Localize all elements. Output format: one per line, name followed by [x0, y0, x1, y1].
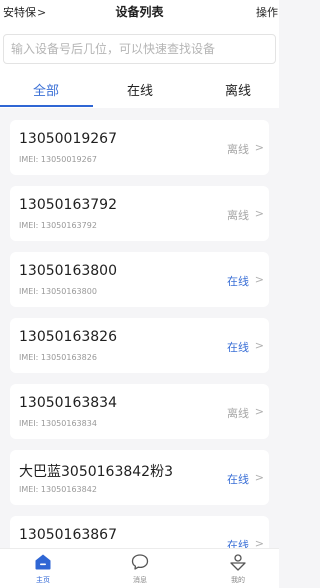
device-card[interactable]: 13050019267 IMEI: 13050019267 离线 >	[10, 120, 269, 175]
nav-home[interactable]: 主页	[18, 553, 68, 585]
top-bar: 安特保 > 设备列表 操作	[0, 0, 279, 22]
home-icon	[34, 553, 52, 571]
device-name: 13050163834	[19, 395, 117, 411]
device-name: 13050163826	[19, 329, 117, 345]
profile-icon	[229, 553, 247, 571]
device-status: 离线	[227, 209, 249, 222]
device-imei: IMEI: 13050019267	[19, 155, 97, 164]
device-list: 13050019267 IMEI: 13050019267 离线 > 13050…	[10, 120, 269, 582]
nav-profile[interactable]: 我的	[213, 553, 263, 585]
device-name: 13050019267	[19, 131, 117, 147]
active-tab-indicator	[0, 105, 93, 107]
device-card[interactable]: 大巴蓝3050163842粉3 IMEI: 13050163842 在线 >	[10, 450, 269, 505]
chevron-right-icon: >	[254, 471, 264, 484]
device-status: 在线	[227, 275, 249, 288]
chevron-right-icon: >	[254, 405, 264, 418]
device-imei: IMEI: 13050163826	[19, 353, 97, 362]
chevron-right-icon: >	[254, 273, 264, 286]
device-name: 大巴蓝3050163842粉3	[19, 464, 173, 480]
nav-messages-label: 消息	[133, 576, 147, 584]
message-icon	[131, 553, 149, 571]
device-list-screen: 安特保 > 设备列表 操作 全部 在线 离线 13050019267 IMEI:…	[0, 0, 279, 588]
device-imei: IMEI: 13050163792	[19, 221, 97, 230]
tab-online[interactable]: 在线	[110, 80, 170, 99]
operate-button[interactable]: 操作	[256, 4, 278, 20]
device-name: 13050163800	[19, 263, 117, 279]
device-card[interactable]: 13050163826 IMEI: 13050163826 在线 >	[10, 318, 269, 373]
device-status: 在线	[227, 341, 249, 354]
search-box	[3, 34, 276, 64]
device-imei: IMEI: 13050163834	[19, 419, 97, 428]
tab-all[interactable]: 全部	[16, 80, 76, 99]
page-title: 设备列表	[115, 5, 164, 19]
device-status: 离线	[227, 143, 249, 156]
chevron-right-icon: >	[254, 207, 264, 220]
nav-home-label: 主页	[36, 576, 50, 584]
device-card[interactable]: 13050163800 IMEI: 13050163800 在线 >	[10, 252, 269, 307]
device-imei: IMEI: 13050163842	[19, 485, 97, 494]
device-imei: IMEI: 13050163800	[19, 287, 97, 296]
chevron-right-icon: >	[254, 141, 264, 154]
nav-messages[interactable]: 消息	[115, 553, 165, 585]
device-name: 13050163867	[19, 527, 117, 543]
device-status: 离线	[227, 407, 249, 420]
nav-profile-label: 我的	[231, 576, 245, 584]
device-status: 在线	[227, 473, 249, 486]
status-tabs: 全部 在线 离线	[0, 72, 279, 108]
chevron-right-icon: >	[254, 339, 264, 352]
search-input[interactable]	[4, 35, 275, 63]
device-card[interactable]: 13050163834 IMEI: 13050163834 离线 >	[10, 384, 269, 439]
bottom-nav: 主页 消息 我的	[0, 548, 279, 588]
search-section	[0, 22, 279, 72]
tab-offline[interactable]: 离线	[208, 80, 268, 99]
device-card[interactable]: 13050163792 IMEI: 13050163792 离线 >	[10, 186, 269, 241]
device-name: 13050163792	[19, 197, 117, 213]
